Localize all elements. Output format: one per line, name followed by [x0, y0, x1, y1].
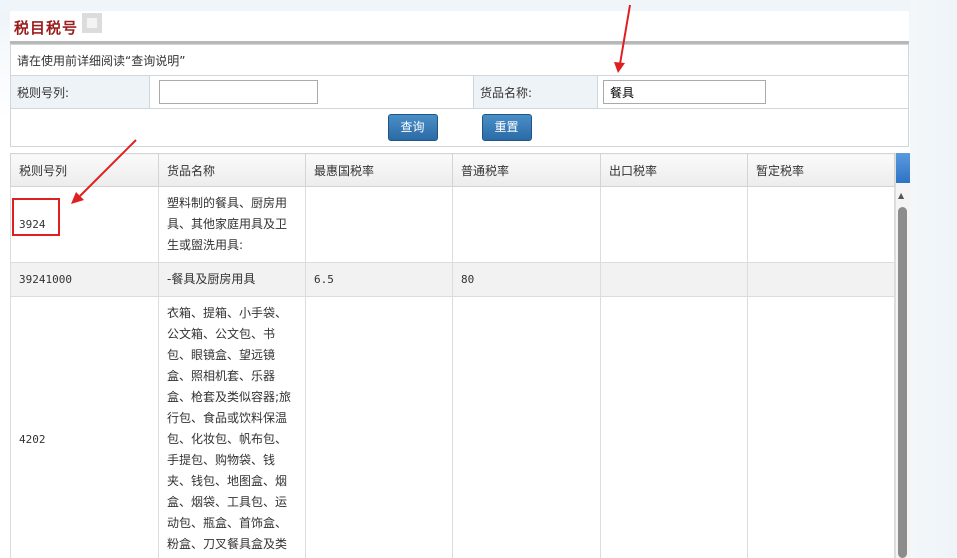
annotation-arrows [71, 4, 631, 204]
annotation-arrow-left [79, 139, 137, 197]
annotation-arrowhead-top [614, 62, 625, 73]
annotation-arrow-top [619, 4, 631, 65]
